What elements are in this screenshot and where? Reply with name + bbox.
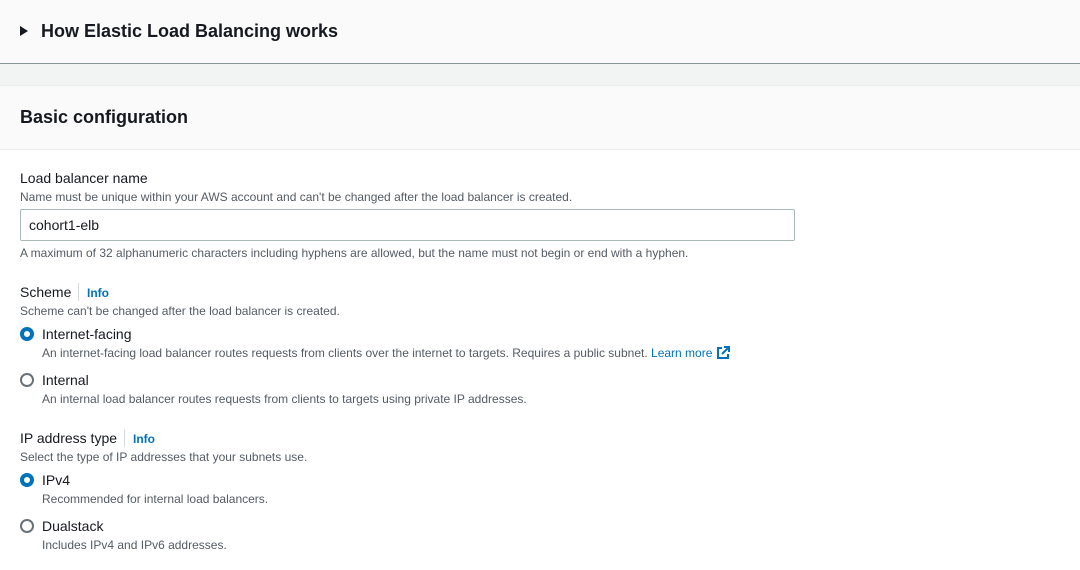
basic-configuration-panel: Basic configuration Load balancer name N… xyxy=(0,85,1080,570)
dualstack-label[interactable]: Dualstack xyxy=(42,517,103,535)
ipv4-description: Recommended for internal load balancers. xyxy=(42,492,269,506)
scheme-info-link[interactable]: Info xyxy=(87,285,109,301)
dualstack-radio[interactable] xyxy=(20,519,34,533)
ip-type-label-divider xyxy=(124,429,125,447)
how-elb-works-expander[interactable]: How Elastic Load Balancing works xyxy=(0,0,1080,64)
internet-facing-description-text: An internet-facing load balancer routes … xyxy=(42,346,648,360)
internet-facing-radio[interactable] xyxy=(20,327,34,341)
scheme-label-divider xyxy=(78,283,79,301)
ip-type-info-link[interactable]: Info xyxy=(133,431,155,447)
expander-title[interactable]: How Elastic Load Balancing works xyxy=(41,20,338,42)
name-field-description: Name must be unique within your AWS acco… xyxy=(20,190,573,204)
name-field-label: Load balancer name xyxy=(20,170,148,186)
internal-radio[interactable] xyxy=(20,373,34,387)
ipv4-radio[interactable] xyxy=(20,473,34,487)
learn-more-text[interactable]: Learn more xyxy=(651,346,712,360)
ip-type-description: Select the type of IP addresses that you… xyxy=(20,450,308,464)
panel-header: Basic configuration xyxy=(0,86,1080,150)
ipv4-label[interactable]: IPv4 xyxy=(42,471,70,489)
panel-title: Basic configuration xyxy=(20,107,189,127)
external-link-icon[interactable] xyxy=(716,346,731,360)
learn-more-link[interactable]: Learn more xyxy=(651,346,731,360)
dualstack-description: Includes IPv4 and IPv6 addresses. xyxy=(42,538,227,552)
ip-type-label: IP address type xyxy=(20,430,118,446)
load-balancer-name-input[interactable] xyxy=(20,209,795,241)
internal-label[interactable]: Internal xyxy=(42,371,89,389)
internal-description: An internal load balancer routes request… xyxy=(42,392,527,406)
caret-right-icon[interactable] xyxy=(20,26,28,36)
scheme-label: Scheme xyxy=(20,284,72,300)
scheme-description: Scheme can't be changed after the load b… xyxy=(20,304,340,318)
name-field-constraint: A maximum of 32 alphanumeric characters … xyxy=(20,246,689,260)
internet-facing-description: An internet-facing load balancer routes … xyxy=(42,345,731,361)
internet-facing-label[interactable]: Internet-facing xyxy=(42,325,132,343)
